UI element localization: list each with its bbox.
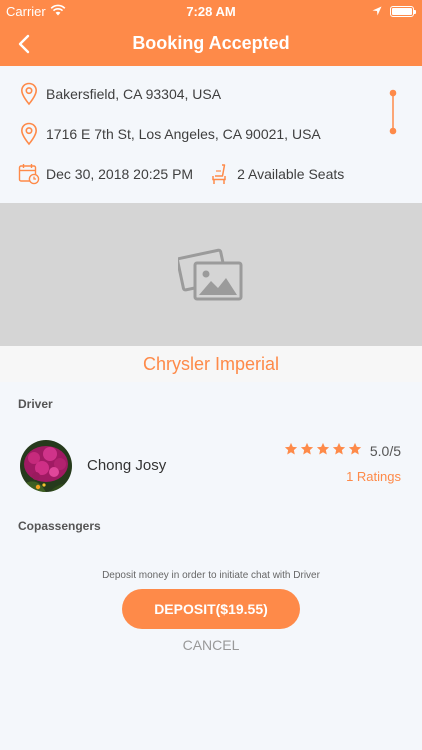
calendar-clock-icon	[18, 162, 40, 186]
driver-name: Chong Josy	[87, 457, 167, 474]
trip-datetime: Dec 30, 2018 20:25 PM	[46, 166, 194, 182]
location-arrow-icon	[372, 4, 382, 19]
car-image-placeholder	[0, 203, 422, 346]
route-timeline	[389, 89, 397, 135]
star-icon	[316, 442, 330, 459]
destination-row: 1716 E 7th St, Los Angeles, CA 90021, US…	[18, 122, 321, 146]
ratings-count-link[interactable]: 1 Ratings	[346, 469, 401, 484]
star-icon	[284, 442, 298, 459]
seats-info: 2 Available Seats	[209, 162, 344, 186]
rating-score: 5.0/5	[369, 442, 401, 459]
battery-icon	[390, 6, 416, 17]
driver-rating: 5.0/5	[284, 442, 401, 459]
origin-row: Bakersfield, CA 93304, USA	[18, 82, 221, 106]
page-title: Booking Accepted	[132, 33, 290, 53]
status-bar: Carrier 7:28 AM	[0, 0, 422, 22]
seat-icon	[209, 162, 231, 186]
destination-address: 1716 E 7th St, Los Angeles, CA 90021, US…	[46, 126, 321, 142]
star-icon	[332, 442, 346, 459]
car-name: Chrysler Imperial	[0, 346, 422, 382]
available-seats: 2 Available Seats	[237, 166, 345, 182]
copassengers-section-title: Copassengers	[18, 519, 101, 533]
location-pin-icon	[18, 122, 40, 146]
location-pin-icon	[18, 82, 40, 106]
deposit-button[interactable]: DEPOSIT($19.55)	[122, 589, 300, 629]
origin-address: Bakersfield, CA 93304, USA	[46, 86, 222, 102]
header: Carrier 7:28 AM Booking Accepted	[0, 0, 422, 66]
clock: 7:28 AM	[186, 4, 236, 19]
deposit-note: Deposit money in order to initiate chat …	[102, 570, 320, 581]
status-icons	[372, 4, 416, 19]
star-icon	[348, 442, 362, 459]
schedule-row: Dec 30, 2018 20:25 PM 2 Available Seats	[18, 162, 344, 186]
image-placeholder-icon	[178, 248, 243, 300]
cancel-button[interactable]: CANCEL	[0, 637, 422, 653]
driver-section-title: Driver	[18, 397, 53, 411]
route-details: Bakersfield, CA 93304, USA 1716 E 7th St…	[0, 66, 422, 203]
driver-avatar[interactable]	[20, 440, 72, 492]
star-icon	[300, 442, 314, 459]
nav-bar: Booking Accepted	[0, 22, 422, 66]
